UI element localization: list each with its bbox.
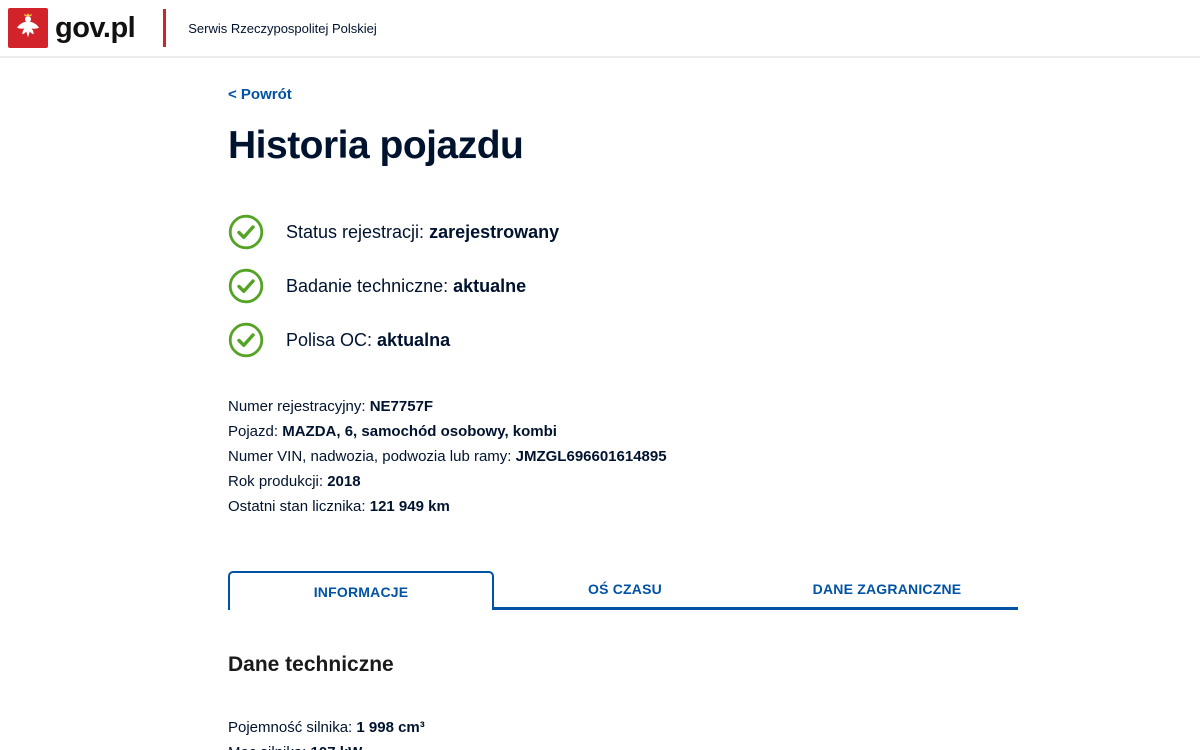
status-text: Polisa OC: aktualna [286,330,450,351]
status-row-registration: Status rejestracji: zarejestrowany [228,214,1018,250]
status-row-inspection: Badanie techniczne: aktualne [228,268,1018,304]
tab-os-czasu[interactable]: OŚ CZASU [494,571,756,610]
detail-row-production-year: Rok produkcji: 2018 [228,469,1018,494]
tab-dane-zagraniczne[interactable]: DANE ZAGRANICZNE [756,571,1018,610]
status-list: Status rejestracji: zarejestrowany Badan… [228,214,1018,358]
detail-value: 2018 [327,473,360,490]
detail-row-vehicle: Pojazd: MAZDA, 6, samochód osobowy, komb… [228,419,1018,444]
detail-value: JMZGL696601614895 [516,448,667,465]
service-name: Serwis Rzeczypospolitej Polskiej [188,21,377,36]
detail-value: MAZDA, 6, samochód osobowy, kombi [282,423,557,440]
brand-text: gov.pl [55,12,135,45]
status-value: aktualne [453,276,526,296]
back-link[interactable]: < Powrót [228,86,292,103]
tab-informacje[interactable]: INFORMACJE [228,571,494,610]
page-title: Historia pojazdu [228,124,1018,168]
section-title: Dane techniczne [228,653,1018,677]
detail-row-vin: Numer VIN, nadwozia, podwozia lub ramy: … [228,444,1018,469]
detail-label: Numer VIN, nadwozia, podwozia lub ramy: [228,448,511,465]
poland-emblem-icon [8,8,48,48]
status-value: aktualna [377,330,450,350]
status-label: Polisa OC: [286,330,372,350]
tech-row-engine-capacity: Pojemność silnika: 1 998 cm³ [228,715,1018,740]
status-row-insurance: Polisa OC: aktualna [228,322,1018,358]
tech-label: Pojemność silnika: [228,719,352,736]
technical-details: Pojemność silnika: 1 998 cm³ Moc silnika… [228,715,1018,750]
detail-label: Ostatni stan licznika: [228,498,366,515]
tech-row-engine-power: Moc silnika: 107 kW [228,740,1018,750]
check-circle-icon [228,214,264,250]
detail-value: 121 949 km [370,498,450,515]
header: gov.pl Serwis Rzeczypospolitej Polskiej [0,0,1200,58]
detail-label: Rok produkcji: [228,473,323,490]
vehicle-details: Numer rejestracyjny: NE7757F Pojazd: MAZ… [228,394,1018,519]
detail-value: NE7757F [370,398,433,415]
status-label: Status rejestracji: [286,222,424,242]
detail-row-odometer: Ostatni stan licznika: 121 949 km [228,494,1018,519]
status-text: Status rejestracji: zarejestrowany [286,222,559,243]
tech-label: Moc silnika: [228,744,306,750]
check-circle-icon [228,322,264,358]
tech-value: 107 kW [311,744,363,750]
tab-bar: INFORMACJE OŚ CZASU DANE ZAGRANICZNE [228,571,1018,610]
status-value: zarejestrowany [429,222,559,242]
govpl-logo[interactable]: gov.pl [8,8,135,48]
header-divider [163,9,166,47]
detail-label: Pojazd: [228,423,278,440]
status-text: Badanie techniczne: aktualne [286,276,526,297]
tech-value: 1 998 cm³ [356,719,424,736]
status-label: Badanie techniczne: [286,276,448,296]
check-circle-icon [228,268,264,304]
main-content: < Powrót Historia pojazdu Status rejestr… [228,58,1018,750]
detail-label: Numer rejestracyjny: [228,398,366,415]
detail-row-registration-number: Numer rejestracyjny: NE7757F [228,394,1018,419]
